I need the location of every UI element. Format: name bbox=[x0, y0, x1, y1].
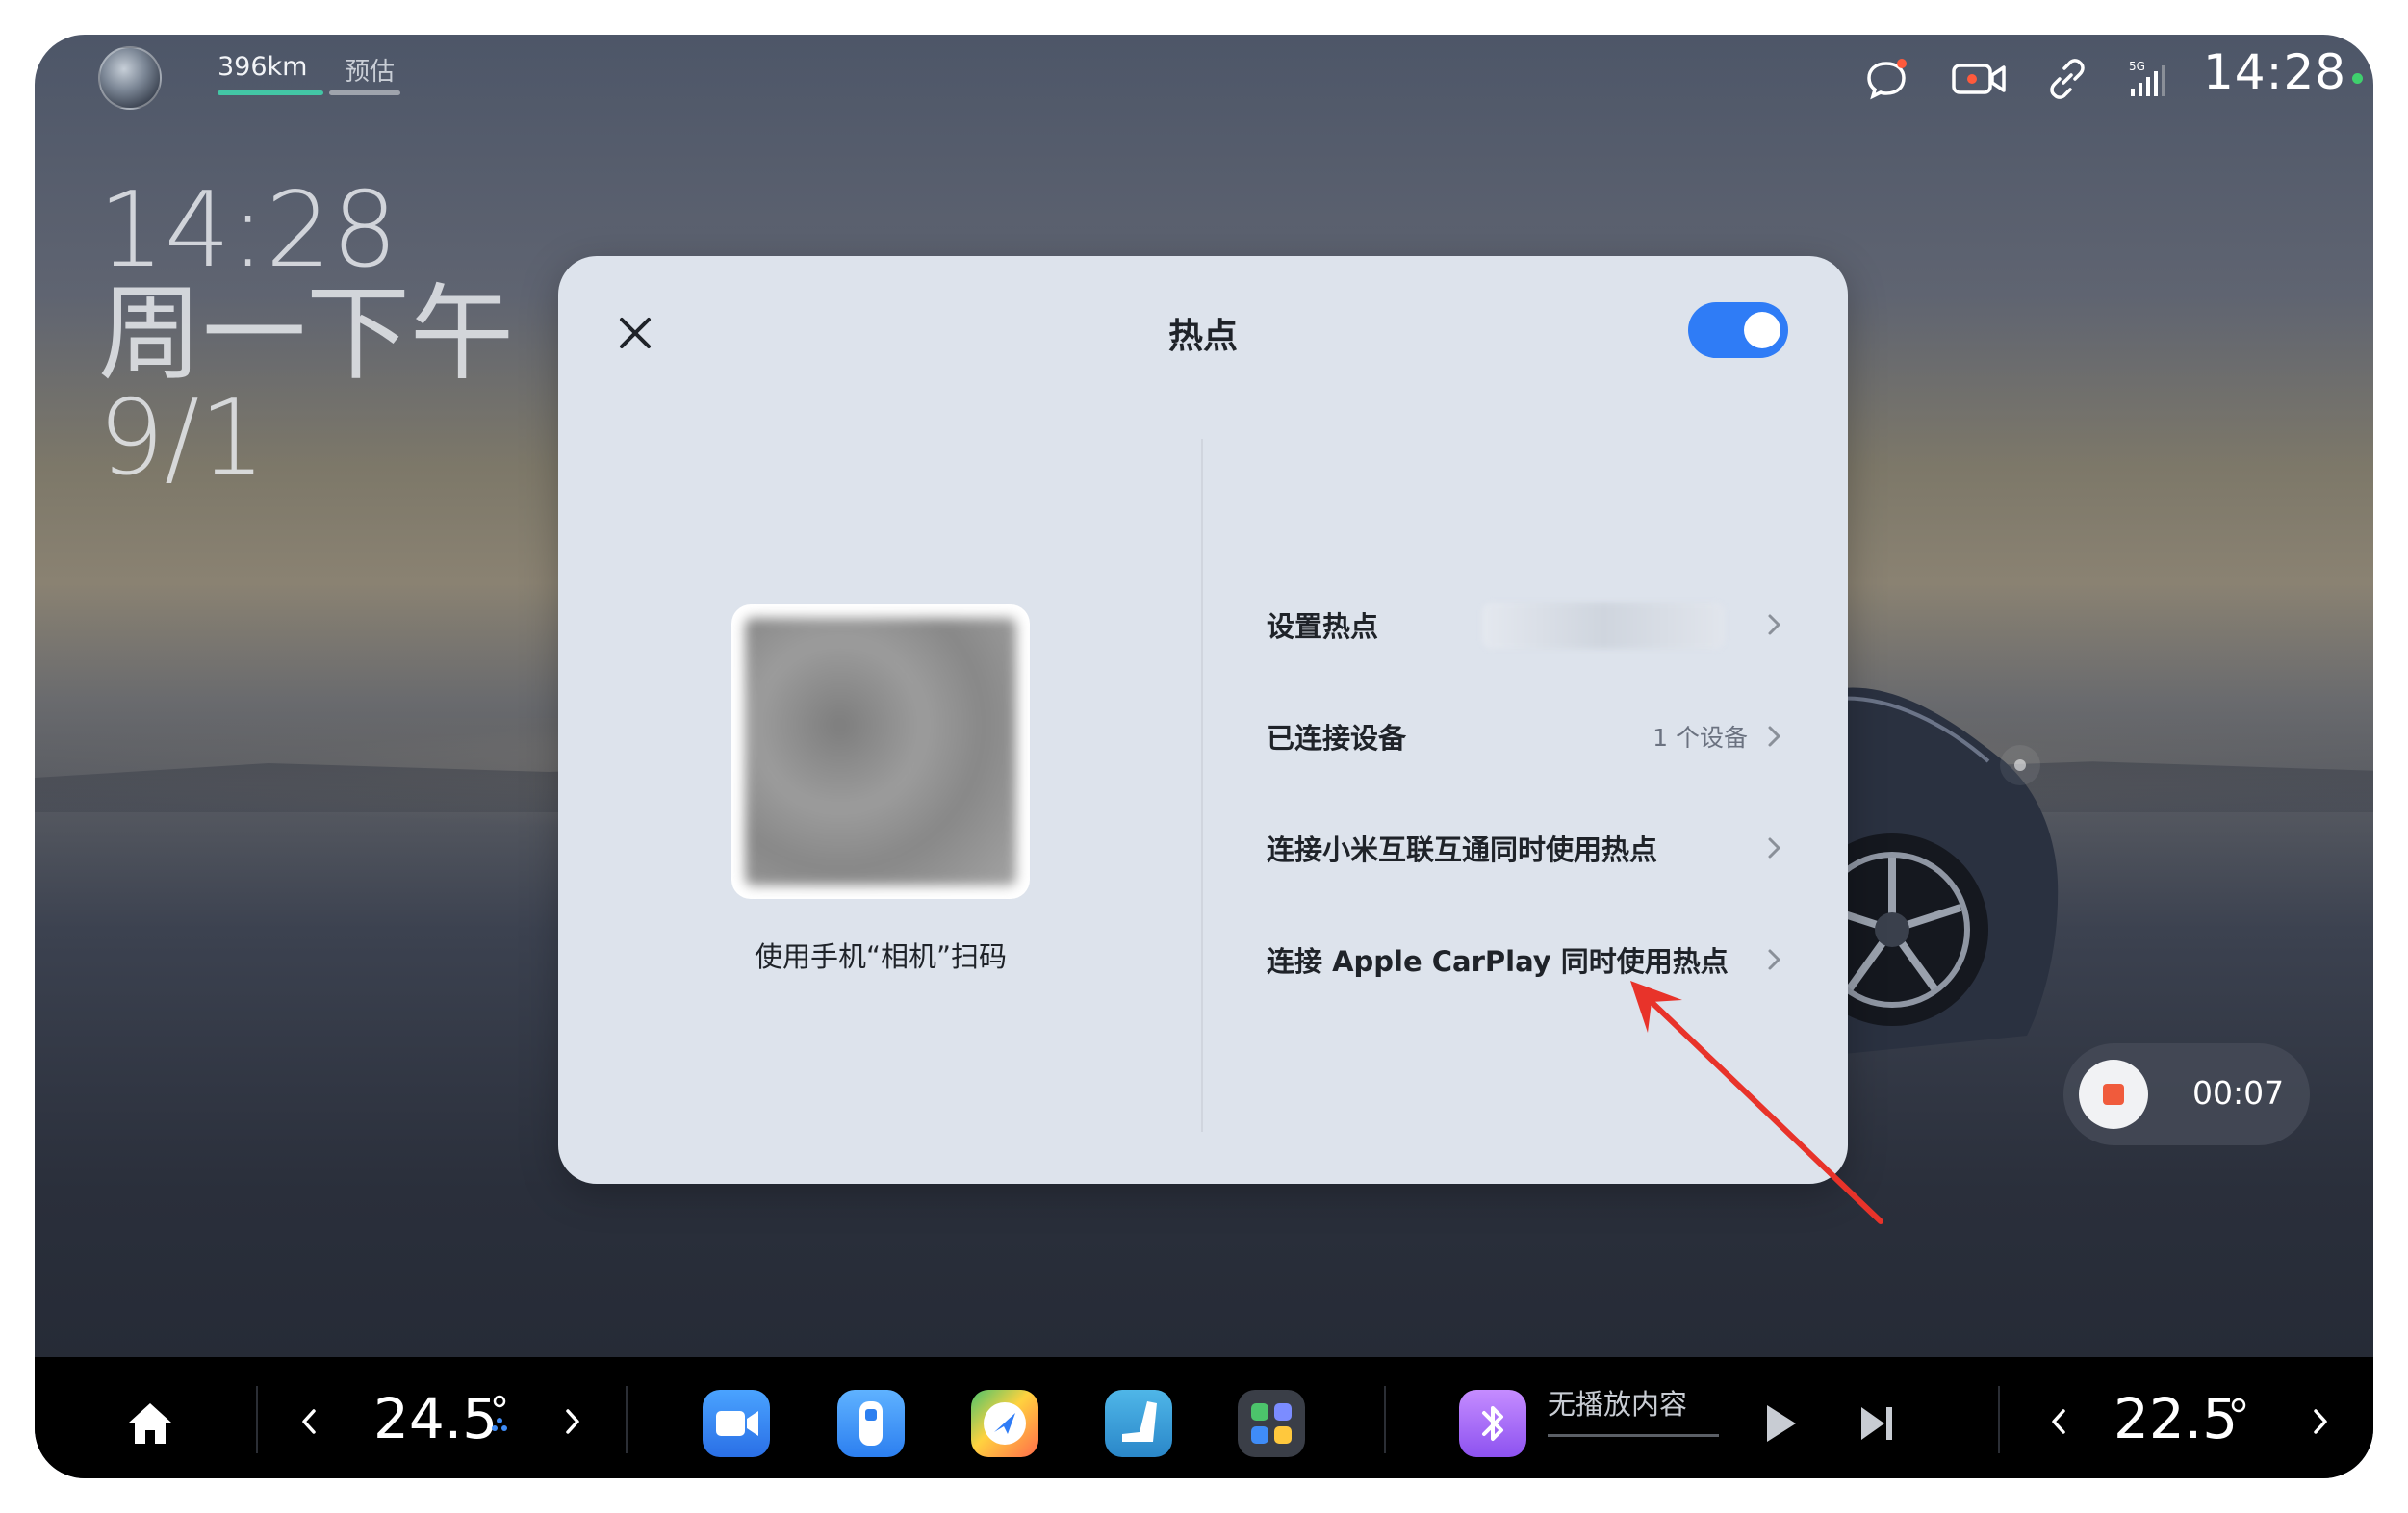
dock-separator bbox=[1384, 1386, 1386, 1453]
page-indicator[interactable] bbox=[2000, 745, 2040, 785]
signal-label: 5G bbox=[2129, 60, 2145, 73]
play-icon[interactable] bbox=[1759, 1401, 1800, 1446]
cellular-5g-icon: 5G bbox=[2129, 60, 2165, 96]
temperature-right[interactable]: 22.5 bbox=[2113, 1386, 2238, 1451]
toggle-knob bbox=[1744, 312, 1780, 348]
hotspot-name-blurred bbox=[1482, 603, 1725, 649]
temp-right-decrease-icon[interactable] bbox=[2046, 1405, 2071, 1438]
video-call-icon[interactable] bbox=[703, 1390, 770, 1457]
navigation-icon[interactable] bbox=[971, 1390, 1038, 1457]
annotation-arrow-icon bbox=[1630, 981, 1883, 1224]
row-hotspot-settings[interactable]: 设置热点 bbox=[1257, 591, 1796, 658]
dock-separator bbox=[626, 1386, 628, 1453]
chat-icon[interactable] bbox=[1861, 54, 1911, 104]
hotspot-qr-code bbox=[731, 604, 1030, 899]
temp-left-increase-icon[interactable] bbox=[560, 1405, 585, 1438]
screen-recording-pill[interactable]: 00:07 bbox=[2063, 1043, 2310, 1145]
dialog-title: 热点 bbox=[1167, 317, 1238, 356]
page-indicator-dot bbox=[2014, 759, 2026, 771]
home-icon[interactable] bbox=[123, 1396, 177, 1449]
chevron-right-icon bbox=[1768, 726, 1780, 747]
skip-next-icon[interactable] bbox=[1857, 1401, 1898, 1446]
clock-day: 周一下午 bbox=[98, 274, 515, 395]
link-icon[interactable] bbox=[2042, 54, 2092, 104]
estimate-bar bbox=[329, 90, 400, 95]
clock-time: 14:28 bbox=[98, 170, 398, 291]
recording-time: 00:07 bbox=[2192, 1074, 2285, 1112]
row-label: 设置热点 bbox=[1267, 610, 1379, 643]
phone-key-icon[interactable] bbox=[837, 1390, 905, 1457]
fan-auto-icon bbox=[492, 1395, 507, 1431]
qr-code-blurred bbox=[745, 618, 1016, 885]
range-bar bbox=[218, 90, 323, 95]
temp-left-decrease-icon[interactable] bbox=[296, 1405, 321, 1438]
panel-divider bbox=[1201, 439, 1203, 1132]
camera-icon[interactable] bbox=[1948, 54, 2010, 104]
status-time: 14:28 bbox=[2203, 44, 2347, 100]
row-xiaomi-interconnect[interactable]: 连接小米互联互通同时使用热点 bbox=[1257, 814, 1796, 882]
media-status: 无播放内容 bbox=[1548, 1388, 1688, 1421]
row-label: 已连接设备 bbox=[1267, 722, 1407, 755]
range-value: 396km bbox=[218, 52, 308, 82]
status-dot bbox=[2352, 73, 2363, 84]
bottom-dock: 24.5 无播放内容 22.5 bbox=[35, 1357, 2373, 1478]
clock-date: 9/1 bbox=[98, 378, 266, 499]
chevron-right-icon bbox=[1768, 837, 1780, 859]
temperature-left[interactable]: 24.5 bbox=[373, 1386, 498, 1451]
seat-icon[interactable] bbox=[1105, 1390, 1172, 1457]
row-connected-devices[interactable]: 已连接设备 1 个设备 bbox=[1257, 703, 1796, 770]
bluetooth-music-icon[interactable] bbox=[1459, 1390, 1526, 1457]
row-label: 连接小米互联互通同时使用热点 bbox=[1267, 833, 1658, 866]
stop-icon bbox=[2103, 1084, 2124, 1105]
connected-device-count: 1 个设备 bbox=[1652, 724, 1748, 752]
media-progress bbox=[1548, 1434, 1719, 1437]
car-screen: 396km 预估 5G 14:28 14:28 周一下午 9/1 00:07 热… bbox=[35, 35, 2373, 1478]
temp-right-increase-icon[interactable] bbox=[2308, 1405, 2333, 1438]
qr-caption: 使用手机“相机”扫码 bbox=[754, 940, 1008, 973]
hotspot-toggle[interactable] bbox=[1688, 302, 1788, 358]
range-estimate-label[interactable]: 预估 bbox=[345, 52, 395, 88]
chevron-right-icon bbox=[1768, 614, 1780, 635]
dock-separator bbox=[1998, 1386, 2000, 1453]
dock-separator bbox=[256, 1386, 258, 1453]
app-grid-icon[interactable] bbox=[1238, 1390, 1305, 1457]
stop-recording-button[interactable] bbox=[2079, 1060, 2148, 1129]
degree-symbol-icon bbox=[2231, 1398, 2246, 1413]
chevron-right-icon bbox=[1768, 949, 1780, 970]
user-avatar[interactable] bbox=[98, 46, 162, 110]
